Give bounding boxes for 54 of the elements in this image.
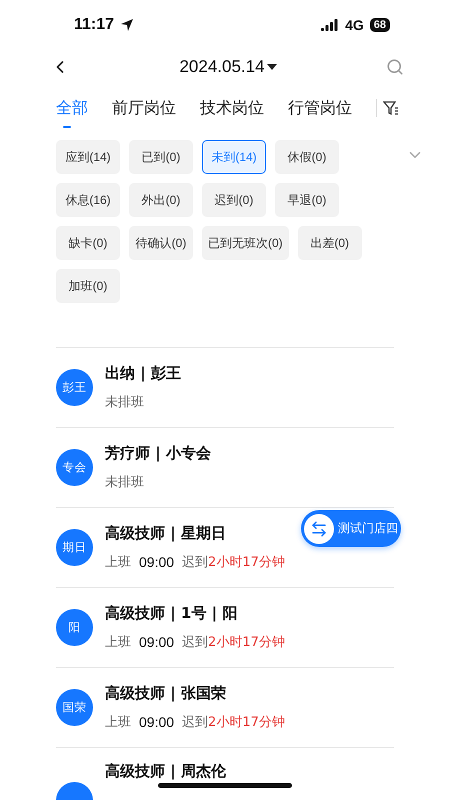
schedule-status: 未排班 — [105, 394, 144, 411]
filter-chip[interactable]: 已到(0) — [129, 140, 193, 174]
battery-level: 68 — [370, 18, 390, 32]
search-button[interactable] — [386, 58, 404, 76]
filter-chip[interactable]: 早退(0) — [275, 183, 339, 217]
store-switch-button[interactable]: 测试门店四 — [301, 510, 401, 547]
shift-time: 09:00 — [139, 714, 174, 730]
schedule-status: 未排班 — [105, 474, 144, 491]
filter-chip[interactable]: 已到无班次(0) — [202, 226, 289, 260]
filter-chip[interactable]: 休假(0) — [275, 140, 339, 174]
network-label: 4G — [345, 17, 364, 33]
staff-name: 高级技师 | 星期日 — [105, 524, 227, 543]
late-duration: 2小时17分钟 — [208, 554, 285, 571]
tab[interactable]: 行管岗位 — [288, 88, 362, 128]
staff-name: 出纳 | 彭王 — [105, 364, 181, 383]
filter-chip[interactable]: 未到(14) — [202, 140, 266, 174]
tab[interactable]: 技术岗位 — [200, 88, 274, 128]
late-label: 迟到 — [182, 634, 208, 651]
filter-chip[interactable]: 迟到(0) — [202, 183, 266, 217]
search-icon — [386, 58, 404, 76]
late-duration: 2小时17分钟 — [208, 634, 285, 651]
location-arrow-icon — [120, 18, 134, 32]
tab[interactable]: 前厅岗位 — [112, 88, 186, 128]
avatar: 阳 — [56, 609, 93, 646]
staff-name: 高级技师 | 张国荣 — [105, 684, 227, 703]
late-duration: 2小时17分钟 — [208, 714, 285, 731]
filter-chip[interactable]: 外出(0) — [129, 183, 193, 217]
date-picker[interactable]: 2024.05.14 — [179, 57, 277, 77]
staff-name: 高级技师 | 周杰伦 — [105, 762, 226, 781]
filter-icon[interactable] — [383, 100, 399, 116]
filter-chip[interactable]: 缺卡(0) — [56, 226, 120, 260]
staff-name: 芳疗师 | 小专会 — [105, 444, 211, 463]
avatar: 期日 — [56, 529, 93, 566]
avatar: 彭王 — [56, 369, 93, 406]
shift-time: 09:00 — [139, 634, 174, 650]
filter-chip[interactable]: 加班(0) — [56, 269, 120, 303]
tab[interactable]: 全部 — [56, 88, 98, 128]
filter-chip[interactable]: 待确认(0) — [129, 226, 193, 260]
signal-icon — [321, 19, 340, 31]
late-label: 迟到 — [182, 554, 208, 571]
shift-label: 上班 — [105, 554, 131, 571]
filter-chip[interactable]: 出差(0) — [298, 226, 362, 260]
staff-name: 高级技师 | 1号 | 阳 — [105, 604, 238, 623]
shift-label: 上班 — [105, 634, 131, 651]
avatar: 国荣 — [56, 689, 93, 726]
status-time: 11:17 — [74, 16, 114, 34]
swap-icon — [310, 520, 328, 538]
caret-icon — [266, 64, 277, 70]
late-label: 迟到 — [182, 714, 208, 731]
avatar: 专会 — [56, 449, 93, 486]
shift-label: 上班 — [105, 714, 131, 731]
shift-time: 09:00 — [139, 554, 174, 570]
filter-chip[interactable]: 休息(16) — [56, 183, 120, 217]
filter-chip[interactable]: 应到(14) — [56, 140, 120, 174]
